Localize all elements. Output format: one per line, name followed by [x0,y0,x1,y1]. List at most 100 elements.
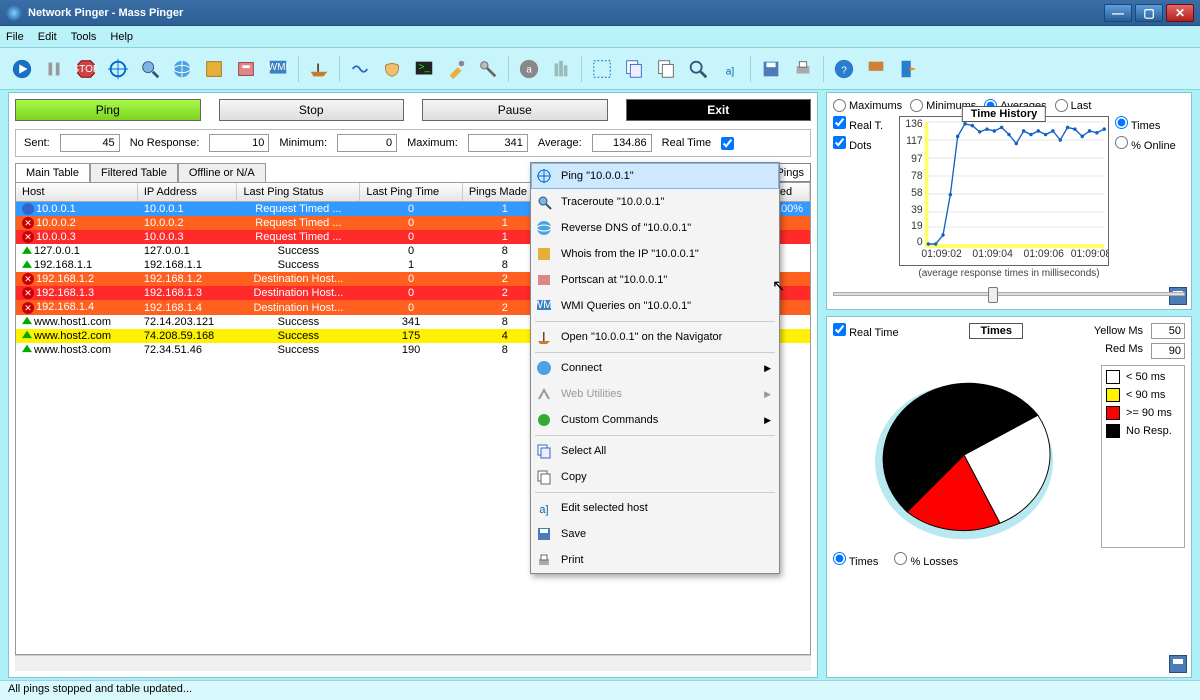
save-chart-icon[interactable] [1169,287,1187,305]
help-icon[interactable]: ? [830,55,858,83]
flag-icon[interactable] [862,55,890,83]
ping-icon [535,167,553,185]
trace-icon [535,193,553,211]
red-ms-input[interactable] [1151,343,1185,359]
print-icon[interactable] [789,55,817,83]
copy-icon[interactable] [652,55,680,83]
ping-button[interactable]: Ping [15,99,201,121]
ctx-port[interactable]: Portscan at "10.0.0.1" [531,267,779,293]
webu-icon [535,385,553,403]
title-bar: Network Pinger - Mass Pinger — ▢ ✕ [0,0,1200,26]
selectall-icon[interactable] [620,55,648,83]
ctx-copy[interactable]: Copy [531,464,779,490]
pause-button[interactable]: Pause [422,99,608,121]
save-pie-icon[interactable] [1169,655,1187,673]
port-icon[interactable] [232,55,260,83]
radio-pietimes[interactable]: Times [833,552,878,568]
ctx-label: Connect [561,362,602,374]
col-header[interactable]: Host [16,183,137,202]
ctx-label: Reverse DNS of "10.0.0.1" [561,222,691,234]
ctx-whois[interactable]: Whois from the IP "10.0.0.1" [531,241,779,267]
ctx-label: Whois from the IP "10.0.0.1" [561,248,699,260]
col-header[interactable]: Last Ping Time [360,183,462,202]
ctx-edit[interactable]: a]Edit selected host [531,495,779,521]
maximize-button[interactable]: ▢ [1135,4,1163,22]
ctx-print[interactable]: Print [531,547,779,573]
radio-last[interactable]: Last [1055,99,1092,112]
menu-tools[interactable]: Tools [71,31,97,43]
zoom-slider[interactable] [833,285,1185,303]
sent-value: 45 [60,134,120,152]
yellow-ms-input[interactable] [1151,323,1185,339]
console-icon[interactable]: >_ [410,55,438,83]
ctx-open[interactable]: Open "10.0.0.1" on the Navigator [531,324,779,350]
dots-checkbox[interactable]: Dots [833,136,893,152]
menu-help[interactable]: Help [110,31,133,43]
target-icon[interactable] [104,55,132,83]
ctx-trace[interactable]: Traceroute "10.0.0.1" [531,189,779,215]
radio-max[interactable]: Maximums [833,99,902,112]
tools-icon[interactable] [442,55,470,83]
window-title: Network Pinger - Mass Pinger [28,7,183,19]
menu-edit[interactable]: Edit [38,31,57,43]
info-a-icon[interactable]: a [515,55,543,83]
exit-button[interactable]: Exit [626,99,812,121]
realtime-checkbox[interactable] [721,137,734,150]
pie-card: Real Time Times Yellow Ms Red Ms [826,316,1192,678]
key-icon[interactable] [474,55,502,83]
ship-icon[interactable] [305,55,333,83]
minimize-button[interactable]: — [1104,4,1132,22]
col-header[interactable]: IP Address [137,183,237,202]
save-icon [535,525,553,543]
ctx-save[interactable]: Save [531,521,779,547]
svg-text:97: 97 [911,153,923,165]
toolbar-separator [750,56,751,82]
door-exit-icon[interactable] [894,55,922,83]
save-icon[interactable] [757,55,785,83]
realT-checkbox[interactable]: Real T. [833,116,893,132]
ctx-custom[interactable]: Custom Commands▶ [531,407,779,433]
ctx-wmi[interactable]: WMI WMI Queries on "10.0.0.1" [531,293,779,319]
selectall-2-icon[interactable] [588,55,616,83]
svg-text:?: ? [841,65,847,76]
pause-icon[interactable] [40,55,68,83]
shell-icon[interactable] [378,55,406,83]
ctx-label: WMI Queries on "10.0.0.1" [561,300,691,312]
stop-button[interactable]: Stop [219,99,405,121]
traceroute-icon[interactable] [136,55,164,83]
horizontal-scrollbar[interactable] [15,655,811,671]
toolbar-separator [339,56,340,82]
pie-rt-checkbox[interactable]: Real Time [833,323,899,339]
tab-offline[interactable]: Offline or N/A [178,163,266,182]
search-icon[interactable] [684,55,712,83]
menu-file[interactable]: File [6,31,24,43]
tab-filtered[interactable]: Filtered Table [90,163,178,182]
noresp-label: No Response: [130,137,200,149]
app-icon [6,5,22,21]
building-icon[interactable] [547,55,575,83]
stop-icon[interactable]: STOP [72,55,100,83]
globe-icon[interactable] [168,55,196,83]
wmi-icon: WMI [535,297,553,315]
tab-main[interactable]: Main Table [15,163,90,182]
col-header[interactable]: Last Ping Status [237,183,360,202]
play-icon[interactable] [8,55,36,83]
sent-label: Sent: [24,137,50,149]
edit-host-icon[interactable]: a] [716,55,744,83]
svg-text:01:09:02: 01:09:02 [921,248,961,260]
close-button[interactable]: ✕ [1166,4,1194,22]
radio-times[interactable]: Times [1115,116,1185,132]
wmi-icon[interactable]: WMI [264,55,292,83]
svg-text:19: 19 [911,220,923,232]
connect-icon[interactable] [346,55,374,83]
ctx-label: Copy [561,471,587,483]
radio-pielosses[interactable]: % Losses [894,552,958,568]
ctx-connect[interactable]: Connect▶ [531,355,779,381]
ctx-ping[interactable]: Ping "10.0.0.1" [531,163,779,189]
whois-icon[interactable] [200,55,228,83]
ctx-rdns[interactable]: Reverse DNS of "10.0.0.1" [531,215,779,241]
ctx-label: Traceroute "10.0.0.1" [561,196,664,208]
ctx-selall[interactable]: Select All [531,438,779,464]
svg-text:01:09:04: 01:09:04 [972,248,1012,260]
radio-pctonline[interactable]: % Online [1115,136,1185,152]
